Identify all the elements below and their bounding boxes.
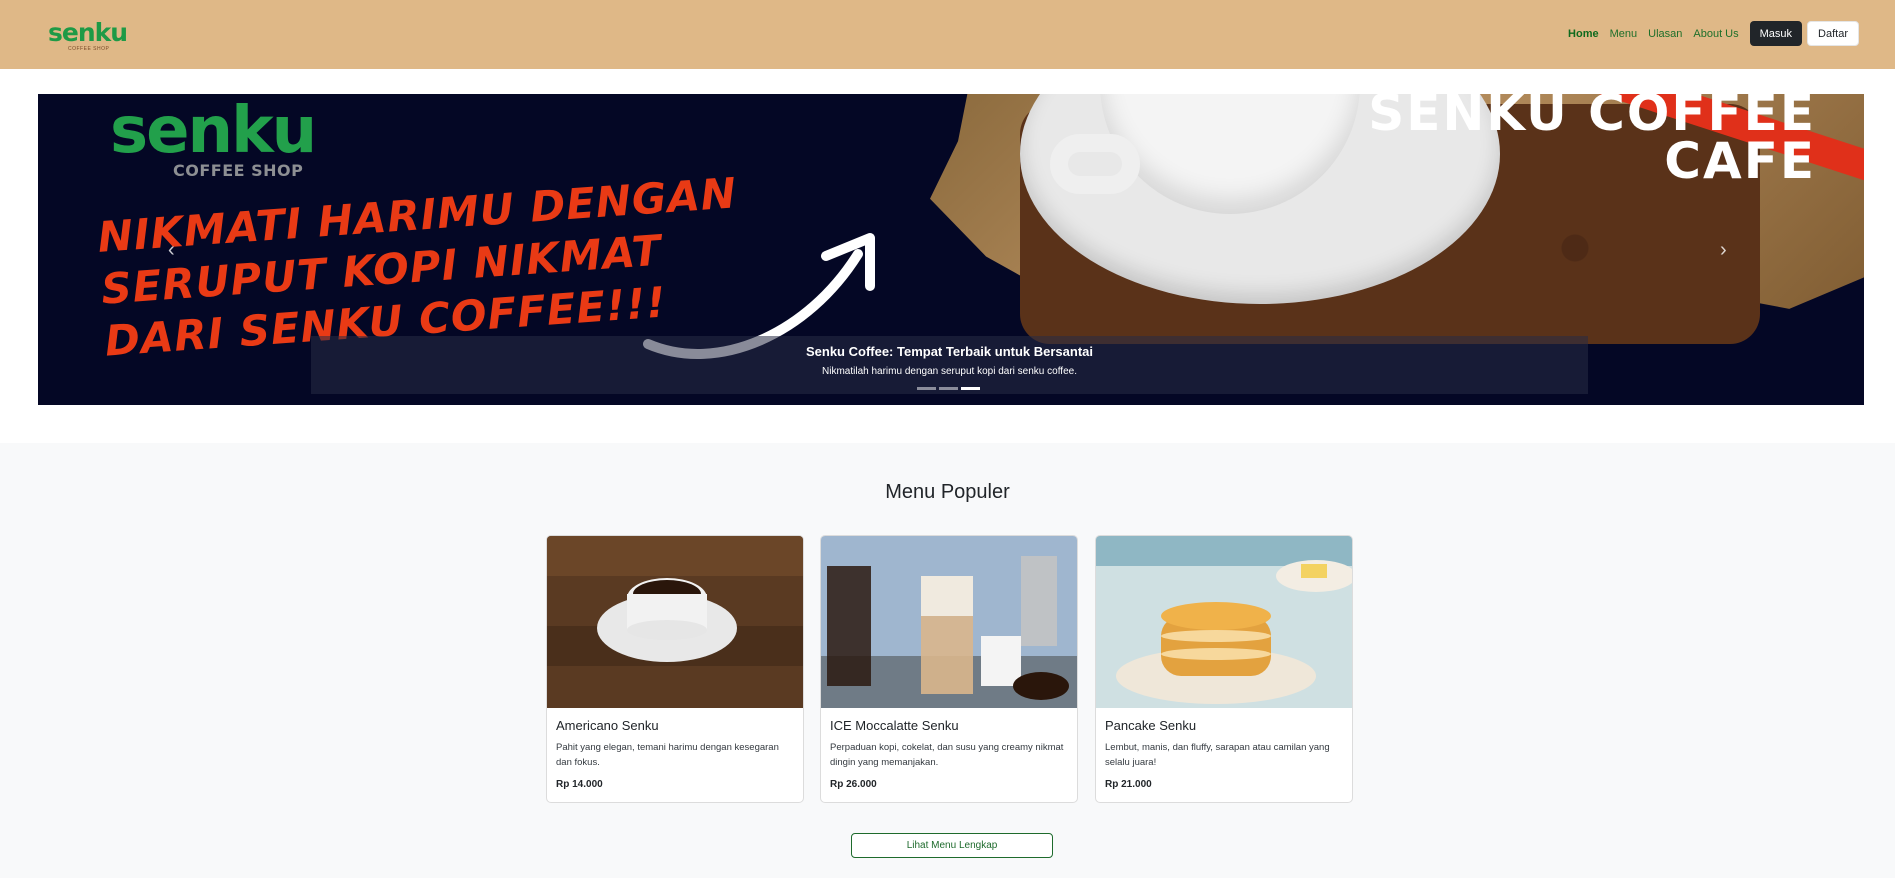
menu-card[interactable]: Pancake Senku Lembut, manis, dan fluffy,… xyxy=(1095,535,1353,803)
section-title: Menu Populer xyxy=(885,481,1010,503)
card-title: Americano Senku xyxy=(556,718,659,733)
chevron-left-icon[interactable]: ‹ xyxy=(168,239,175,262)
card-title: Pancake Senku xyxy=(1105,718,1197,733)
nav-link-ulasan[interactable]: Ulasan xyxy=(1648,28,1682,40)
americano-image xyxy=(547,536,803,708)
view-full-menu-button[interactable]: Lihat Menu Lengkap xyxy=(851,833,1053,858)
navbar: senku COFFEE SHOP Home Menu Ulasan About… xyxy=(0,0,1895,69)
caption-title: Senku Coffee: Tempat Terbaik untuk Bersa… xyxy=(805,344,1094,359)
menu-section: Menu Populer Americano Senku Pahit yang … xyxy=(0,443,1895,878)
card-description: Lembut, manis, dan fluffy, sarapan atau … xyxy=(1105,742,1330,768)
menu-card[interactable]: Americano Senku Pahit yang elegan, teman… xyxy=(546,535,804,803)
hero-logo-text: senku xyxy=(110,94,317,168)
card-price: Rp 26.000 xyxy=(830,779,877,790)
menu-card[interactable]: ICE Moccalatte Senku Perpaduan kopi, cok… xyxy=(820,535,1078,803)
caption-description: Nikmatilah harimu dengan seruput kopi da… xyxy=(822,366,1077,377)
nav-links: Home Menu Ulasan About Us Masuk Daftar xyxy=(1568,21,1859,46)
logo-subtitle: COFFEE SHOP xyxy=(68,46,110,52)
cup-handle xyxy=(1050,134,1140,194)
login-button[interactable]: Masuk xyxy=(1749,21,1803,46)
card-price: Rp 14.000 xyxy=(556,779,603,790)
brand-logo[interactable]: senku COFFEE SHOP xyxy=(48,12,132,54)
hero-brand-line2: CAFE xyxy=(1664,132,1816,190)
card-price: Rp 21.000 xyxy=(1105,779,1152,790)
nav-link-menu[interactable]: Menu xyxy=(1610,28,1638,40)
carousel-indicator-active[interactable] xyxy=(961,387,980,390)
hero-carousel: senku COFFEE SHOP NIKMATI HARIMU DENGAN … xyxy=(38,94,1864,405)
carousel-indicators xyxy=(917,387,983,390)
nav-link-home[interactable]: Home xyxy=(1568,28,1599,40)
chevron-right-icon[interactable]: › xyxy=(1720,239,1727,262)
logo-text: senku xyxy=(48,18,128,47)
card-description: Pahit yang elegan, temani harimu dengan … xyxy=(556,742,779,768)
register-button[interactable]: Daftar xyxy=(1807,21,1859,46)
carousel-caption: Senku Coffee: Tempat Terbaik untuk Bersa… xyxy=(311,336,1588,394)
carousel-indicator[interactable] xyxy=(917,387,936,390)
carousel-indicator[interactable] xyxy=(939,387,958,390)
card-description: Perpaduan kopi, cokelat, dan susu yang c… xyxy=(830,742,1064,768)
nav-link-about-us[interactable]: About Us xyxy=(1693,28,1738,40)
hero-logo-subtitle: COFFEE SHOP xyxy=(173,161,304,180)
hero-section: senku COFFEE SHOP NIKMATI HARIMU DENGAN … xyxy=(0,69,1895,443)
pancake-image xyxy=(1096,536,1352,708)
ice-moccalatte-image xyxy=(821,536,1077,708)
card-title: ICE Moccalatte Senku xyxy=(830,718,959,733)
